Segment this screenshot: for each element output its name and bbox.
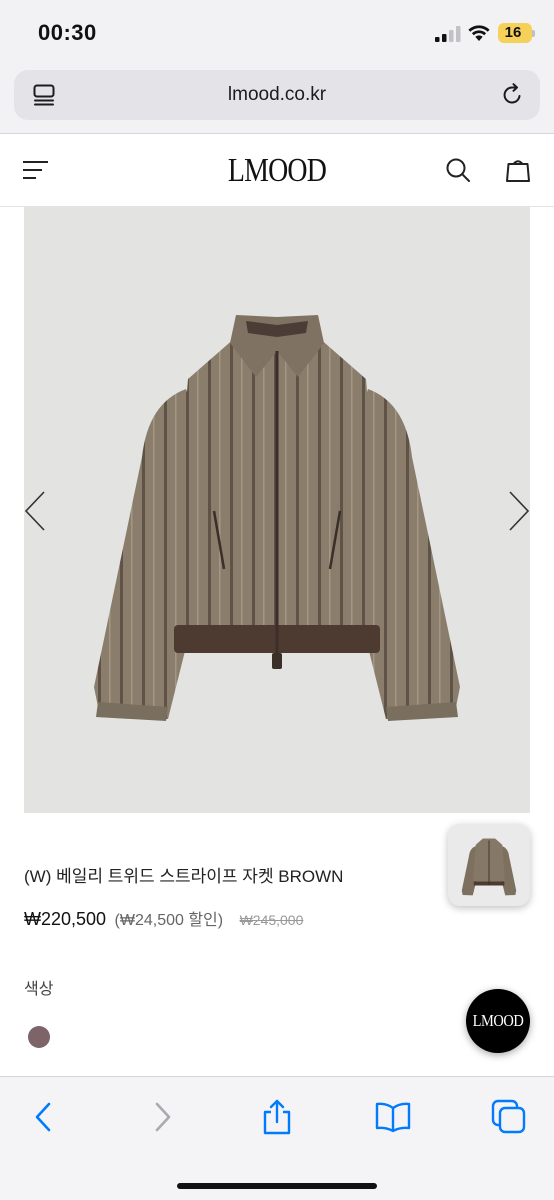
menu-icon[interactable] xyxy=(22,159,50,181)
brand-logo[interactable]: LMOOD xyxy=(195,149,359,193)
status-time: 00:30 xyxy=(38,20,97,45)
url-text[interactable]: lmood.co.kr xyxy=(14,70,540,120)
search-icon[interactable] xyxy=(445,157,471,183)
product-thumbnail[interactable] xyxy=(448,824,530,906)
price-discount: (₩24,500 할인) xyxy=(114,912,224,929)
forward-arrow-icon[interactable] xyxy=(144,1099,180,1135)
jacket-thumbnail-image xyxy=(461,838,517,896)
share-icon[interactable] xyxy=(259,1099,295,1135)
battery-cap xyxy=(532,30,535,37)
reload-icon[interactable] xyxy=(500,83,524,107)
wifi-icon xyxy=(468,25,490,41)
product-name: (W) 베일리 트위드 스트라이프 자켓 BROWN xyxy=(24,867,344,886)
browser-address-area: lmood.co.kr xyxy=(0,66,554,134)
next-image-arrow-icon[interactable] xyxy=(506,489,530,533)
cellular-signal-icon xyxy=(435,26,461,42)
address-bar[interactable]: lmood.co.kr xyxy=(14,70,540,120)
floating-brand-label: LMOOD xyxy=(472,1011,524,1030)
site-header: LMOOD xyxy=(0,135,554,207)
home-indicator xyxy=(177,1183,377,1189)
product-image[interactable] xyxy=(24,207,530,813)
shopping-bag-icon[interactable] xyxy=(505,157,531,183)
color-label: 색상 xyxy=(24,981,54,998)
previous-image-arrow-icon[interactable] xyxy=(24,489,48,533)
status-bar: 00:30 16 xyxy=(0,0,554,66)
jacket-photo xyxy=(94,315,460,721)
tabs-icon[interactable] xyxy=(491,1099,527,1135)
back-arrow-icon[interactable] xyxy=(26,1099,62,1135)
price-original: ₩245,000 xyxy=(239,912,304,928)
browser-toolbar xyxy=(0,1076,554,1200)
price-row: ₩220,500 (₩24,500 할인) ₩245,000 xyxy=(24,906,303,932)
price-current: ₩220,500 xyxy=(24,909,107,929)
color-swatch-brown[interactable] xyxy=(28,1026,50,1048)
floating-brand-button[interactable]: LMOOD xyxy=(466,989,530,1053)
bookmarks-icon[interactable] xyxy=(375,1099,411,1135)
battery-level: 16 xyxy=(504,24,522,41)
battery-indicator: 16 xyxy=(498,23,535,43)
